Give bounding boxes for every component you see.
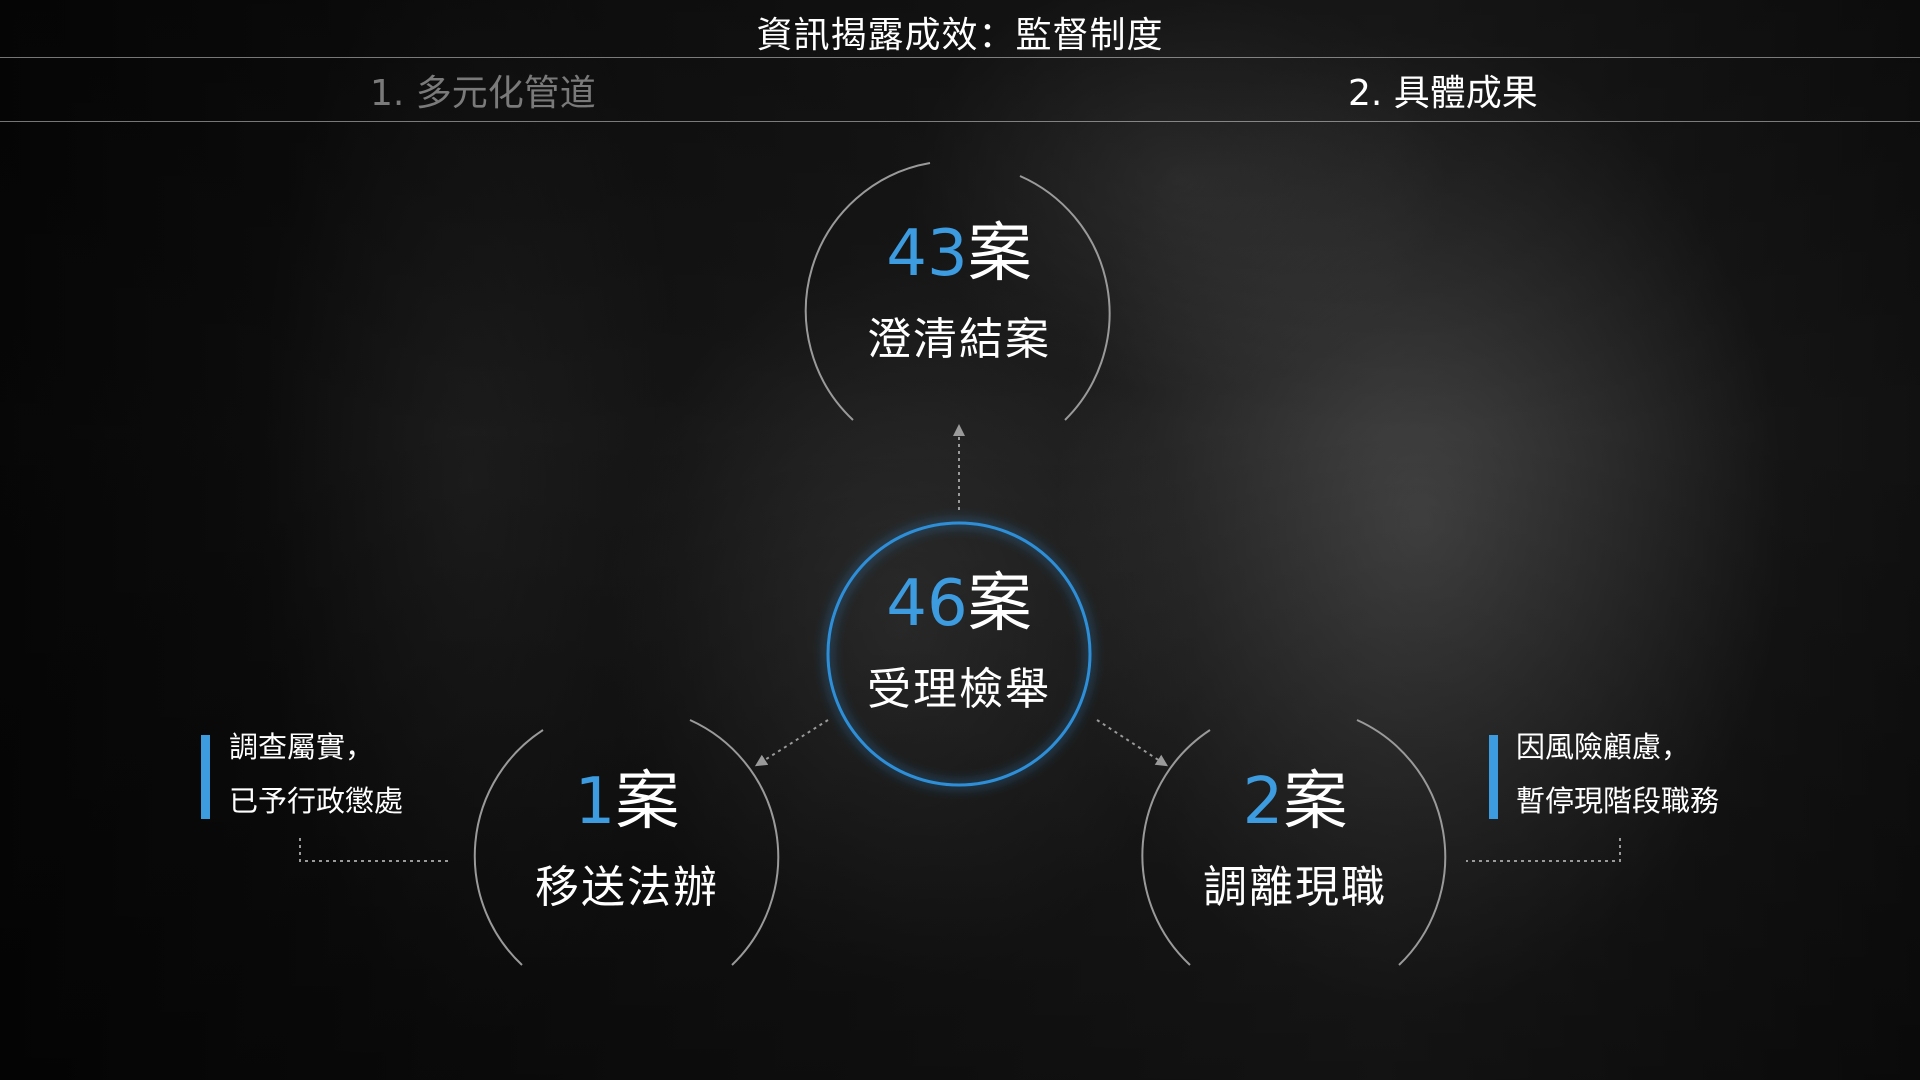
right-note-line2: 暫停現階段職務 [1516,784,1720,818]
node-received-label: 受理檢舉 [867,664,1051,715]
right-note-line1: 因風險顧慮， [1516,730,1691,764]
node-prosecuted-count: 1案 [574,765,680,839]
left-note-line2: 已予行政懲處 [229,784,404,818]
node-prosecuted: 1案 移送法辦 [477,766,777,914]
node-received-count: 46案 [886,567,1032,641]
node-reassigned-label: 調離現職 [1203,862,1387,913]
node-prosecuted-label: 移送法辦 [535,862,719,913]
right-note: 因風險顧慮， 暫停現階段職務 [1516,720,1719,828]
left-note-connector [299,838,450,862]
node-clarified-label: 澄清結案 [867,314,1051,365]
left-note: 調查屬實， 已予行政懲處 [229,720,403,828]
slide: 資訊揭露成效：監督制度 1. 多元化管道 2. 具體成果 43案 澄清結案 46… [0,0,1920,1080]
node-clarified: 43案 澄清結案 [809,218,1109,366]
right-note-connector [1466,838,1621,862]
left-note-line1: 調查屬實， [229,730,375,764]
node-reassigned-count: 2案 [1242,765,1348,839]
left-note-accent-bar [201,735,210,819]
arrow-to-right [1096,719,1169,767]
right-note-accent-bar [1489,735,1498,819]
node-reassigned: 2案 調離現職 [1145,766,1445,914]
node-received: 46案 受理檢舉 [809,568,1109,716]
arrow-to-left [754,719,829,767]
diagram-graphics [299,162,1621,966]
node-clarified-count: 43案 [886,217,1032,291]
